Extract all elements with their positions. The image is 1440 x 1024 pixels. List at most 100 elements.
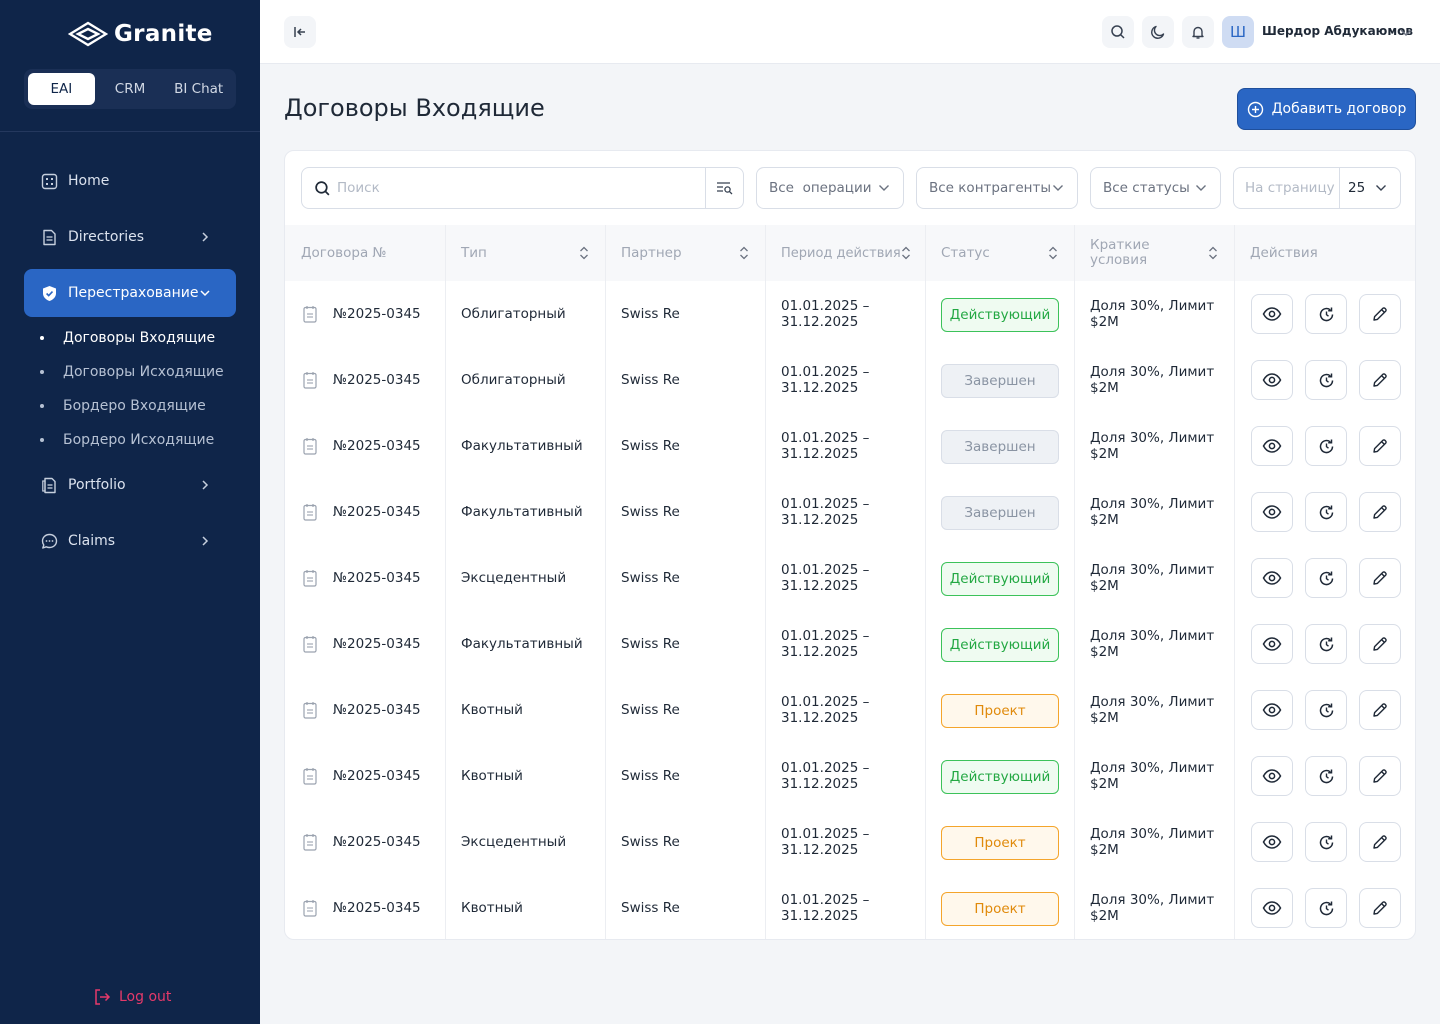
edit-button[interactable] xyxy=(1359,492,1401,532)
per-page-dropdown[interactable]: 25 xyxy=(1340,180,1400,196)
column-header-terms[interactable]: Краткие условия xyxy=(1074,225,1234,281)
column-header-period[interactable]: Период действия xyxy=(765,225,925,281)
view-button[interactable] xyxy=(1251,756,1293,796)
theme-toggle-button[interactable] xyxy=(1142,16,1174,48)
add-contract-button[interactable]: Добавить договор xyxy=(1237,88,1416,130)
refresh-clock-icon xyxy=(1319,373,1333,387)
sidebar-subitem-outgoing-bordereaux[interactable]: Бордеро Исходящие xyxy=(40,432,214,448)
column-header-type[interactable]: Тип xyxy=(445,225,605,281)
sort-icon[interactable] xyxy=(1208,246,1218,260)
table-row[interactable]: №2025-0345 Факультативный Swiss Re 01.01… xyxy=(285,611,1415,677)
view-button[interactable] xyxy=(1251,294,1293,334)
sidebar-divider xyxy=(0,131,260,132)
history-button[interactable] xyxy=(1305,492,1347,532)
column-header-partner[interactable]: Партнер xyxy=(605,225,765,281)
terms-line: Доля 30%, Лимит xyxy=(1090,364,1215,380)
statuses-filter[interactable]: Все статусы xyxy=(1090,167,1221,209)
search-button[interactable] xyxy=(1102,16,1134,48)
search-icon xyxy=(1111,25,1125,39)
sort-icon[interactable] xyxy=(579,246,589,260)
history-button[interactable] xyxy=(1305,756,1347,796)
table-row[interactable]: №2025-0345 Эксцедентный Swiss Re 01.01.2… xyxy=(285,809,1415,875)
history-button[interactable] xyxy=(1305,888,1347,928)
history-button[interactable] xyxy=(1305,294,1347,334)
view-button[interactable] xyxy=(1251,558,1293,598)
history-button[interactable] xyxy=(1305,624,1347,664)
table-row[interactable]: №2025-0345 Факультативный Swiss Re 01.01… xyxy=(285,413,1415,479)
logout-button[interactable]: Log out xyxy=(93,988,171,1006)
terms-line: $2M xyxy=(1090,908,1119,924)
operations-filter[interactable]: Все операции xyxy=(756,167,904,209)
period-end: 31.12.2025 xyxy=(781,908,859,924)
terms-line: $2M xyxy=(1090,314,1119,330)
sidebar-subitem-incoming-contracts[interactable]: Договоры Входящие xyxy=(40,330,215,346)
view-button[interactable] xyxy=(1251,690,1293,730)
sidebar-item-directories[interactable]: Directories xyxy=(24,213,236,261)
sort-icon[interactable] xyxy=(901,246,911,260)
table-row[interactable]: №2025-0345 Квотный Swiss Re 01.01.2025 –… xyxy=(285,743,1415,809)
sidebar-item-home[interactable]: Home xyxy=(24,157,236,205)
granite-logo-icon xyxy=(68,21,108,47)
view-button[interactable] xyxy=(1251,426,1293,466)
sidebar-item-claims[interactable]: Claims xyxy=(24,517,236,565)
refresh-clock-icon xyxy=(1319,439,1333,453)
contract-terms: Доля 30%, Лимит $2M xyxy=(1090,479,1214,545)
status-badge: Завершен xyxy=(941,430,1059,464)
table-row[interactable]: №2025-0345 Квотный Swiss Re 01.01.2025 –… xyxy=(285,875,1415,939)
collapse-sidebar-button[interactable] xyxy=(284,16,316,48)
app-tab-eai[interactable]: EAI xyxy=(28,73,95,105)
terms-line: $2M xyxy=(1090,512,1119,528)
history-button[interactable] xyxy=(1305,426,1347,466)
notifications-button[interactable] xyxy=(1182,16,1214,48)
sidebar-item-reinsurance[interactable]: Перестрахование xyxy=(24,269,236,317)
column-header-status[interactable]: Статус xyxy=(925,225,1074,281)
sidebar-subitem-outgoing-contracts[interactable]: Договоры Исходящие xyxy=(40,364,224,380)
sidebar-item-portfolio[interactable]: Portfolio xyxy=(24,461,236,509)
edit-button[interactable] xyxy=(1359,756,1401,796)
edit-button[interactable] xyxy=(1359,822,1401,862)
view-button[interactable] xyxy=(1251,624,1293,664)
edit-button[interactable] xyxy=(1359,690,1401,730)
chevron-down-icon xyxy=(1196,185,1206,191)
calendar-doc-icon xyxy=(303,438,317,455)
edit-button[interactable] xyxy=(1359,558,1401,598)
user-name[interactable]: Шердор Абдукаюмов xyxy=(1262,24,1413,38)
status-badge: Завершен xyxy=(941,496,1059,530)
period-start: 01.01.2025 – xyxy=(781,430,870,446)
app-tab-crm[interactable]: CRM xyxy=(97,73,164,105)
edit-button[interactable] xyxy=(1359,888,1401,928)
edit-button[interactable] xyxy=(1359,624,1401,664)
app-tab-bi-chat[interactable]: BI Chat xyxy=(165,73,232,105)
column-header-label: Действия xyxy=(1250,245,1318,261)
eye-icon xyxy=(1262,637,1282,651)
counterparties-filter[interactable]: Все контрагенты xyxy=(916,167,1078,209)
history-button[interactable] xyxy=(1305,822,1347,862)
table-row[interactable]: №2025-0345 Факультативный Swiss Re 01.01… xyxy=(285,479,1415,545)
contract-type: Квотный xyxy=(461,702,523,718)
table-row[interactable]: №2025-0345 Облигаторный Swiss Re 01.01.2… xyxy=(285,347,1415,413)
search-input[interactable] xyxy=(331,169,705,207)
advanced-search-button[interactable] xyxy=(705,168,743,208)
view-button[interactable] xyxy=(1251,888,1293,928)
table-row[interactable]: №2025-0345 Облигаторный Swiss Re 01.01.2… xyxy=(285,281,1415,347)
sort-icon[interactable] xyxy=(739,246,749,260)
chevron-down-icon[interactable] xyxy=(1398,22,1414,42)
sidebar-item-label: Перестрахование xyxy=(68,285,199,301)
table-row[interactable]: №2025-0345 Эксцедентный Swiss Re 01.01.2… xyxy=(285,545,1415,611)
view-button[interactable] xyxy=(1251,360,1293,400)
sort-icon[interactable] xyxy=(1048,246,1058,260)
logo[interactable]: Granite xyxy=(68,18,213,50)
avatar[interactable]: Ш xyxy=(1222,16,1254,48)
view-button[interactable] xyxy=(1251,822,1293,862)
history-button[interactable] xyxy=(1305,558,1347,598)
history-button[interactable] xyxy=(1305,360,1347,400)
view-button[interactable] xyxy=(1251,492,1293,532)
edit-button[interactable] xyxy=(1359,360,1401,400)
table-row[interactable]: №2025-0345 Квотный Swiss Re 01.01.2025 –… xyxy=(285,677,1415,743)
eye-icon xyxy=(1262,439,1282,453)
sidebar-subitem-incoming-bordereaux[interactable]: Бордеро Входящие xyxy=(40,398,206,414)
edit-button[interactable] xyxy=(1359,426,1401,466)
period-end: 31.12.2025 xyxy=(781,644,859,660)
edit-button[interactable] xyxy=(1359,294,1401,334)
history-button[interactable] xyxy=(1305,690,1347,730)
